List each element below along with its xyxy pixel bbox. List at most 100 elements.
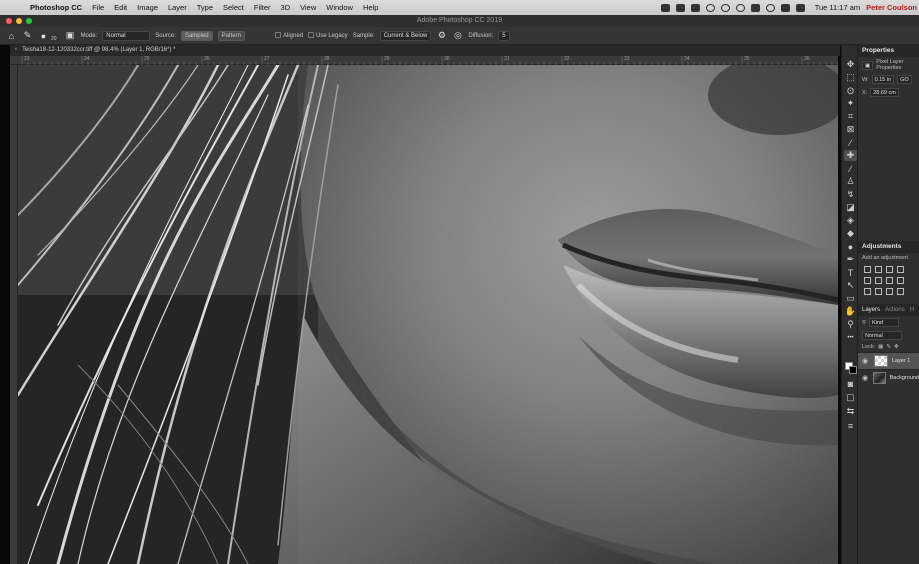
lock-transparency-icon[interactable]: ▦ xyxy=(878,344,883,350)
timemachine-icon[interactable] xyxy=(705,3,715,12)
status-app-icon[interactable] xyxy=(660,3,670,12)
dodge-tool-icon[interactable]: ● xyxy=(844,241,857,252)
aligned-checkbox[interactable]: Aligned xyxy=(274,32,303,39)
hand-tool-icon[interactable]: ✋ xyxy=(844,306,857,317)
brush-picker-icon[interactable]: ● xyxy=(38,30,49,41)
crop-tool-icon[interactable]: ⌗ xyxy=(844,111,857,122)
more-tools-icon[interactable]: ••• xyxy=(844,332,857,343)
clone-stamp-tool-icon[interactable]: ♙ xyxy=(844,176,857,187)
layer-row-background[interactable]: ◉ Background xyxy=(858,369,919,386)
menu-window[interactable]: Window xyxy=(326,3,353,12)
vertical-ruler[interactable] xyxy=(10,65,18,564)
clock-icon[interactable] xyxy=(735,3,745,12)
sample-select[interactable]: Current & Below xyxy=(379,30,432,41)
brightness-contrast-icon[interactable] xyxy=(864,266,871,273)
mode-select[interactable]: Normal xyxy=(102,30,151,41)
eyedropper-tool-icon[interactable]: ⁄ xyxy=(844,137,857,148)
volume-icon[interactable] xyxy=(795,3,805,12)
menu-filter[interactable]: Filter xyxy=(254,3,271,12)
menubar-clock[interactable]: Tue 11:17 am xyxy=(815,3,860,12)
invert-icon[interactable] xyxy=(897,288,904,295)
menubar-user[interactable]: Peter Coulson xyxy=(866,3,917,12)
adjustments-header[interactable]: Adjustments xyxy=(858,241,919,253)
brush-settings-icon[interactable]: ▣ xyxy=(65,30,76,41)
app-menu[interactable]: Photoshop CC xyxy=(30,3,82,12)
menu-3d[interactable]: 3D xyxy=(281,3,291,12)
properties-header[interactable]: Properties xyxy=(858,45,919,57)
lasso-tool-icon[interactable]: ʘ xyxy=(844,85,857,96)
menu-image[interactable]: Image xyxy=(137,3,158,12)
photo-filter-icon[interactable] xyxy=(864,288,871,295)
lock-position-icon[interactable]: ✥ xyxy=(894,344,899,350)
home-icon[interactable]: ⌂ xyxy=(6,30,17,41)
background-color-swatch[interactable] xyxy=(849,366,857,374)
menu-type[interactable]: Type xyxy=(197,3,213,12)
healing-brush-tool-icon[interactable]: ✚ xyxy=(844,150,857,161)
history-brush-tool-icon[interactable]: ↯ xyxy=(844,189,857,200)
layer-row-layer-1[interactable]: ◉ Layer 1 xyxy=(858,352,919,369)
x-field[interactable]: 28.69 cm xyxy=(870,88,899,97)
black-white-icon[interactable] xyxy=(897,277,904,284)
move-tool-icon[interactable]: ✥ xyxy=(844,59,857,70)
extra-tool-icon[interactable]: ≡ xyxy=(844,420,857,431)
channel-mixer-icon[interactable] xyxy=(875,288,882,295)
pressure-size-icon[interactable]: ◎ xyxy=(452,30,463,41)
color-balance-icon[interactable] xyxy=(886,277,893,284)
color-lookup-icon[interactable] xyxy=(886,288,893,295)
bluetooth-icon[interactable] xyxy=(750,3,760,12)
display-icon[interactable] xyxy=(780,3,790,12)
edit-toolbar-icon[interactable]: ⇆ xyxy=(844,406,857,417)
menu-layer[interactable]: Layer xyxy=(168,3,187,12)
pen-tool-icon[interactable]: ✒ xyxy=(844,254,857,265)
visibility-eye-icon[interactable]: ◉ xyxy=(862,357,870,365)
menu-edit[interactable]: Edit xyxy=(114,3,127,12)
tab-layers[interactable]: Layers xyxy=(862,307,880,313)
path-selection-tool-icon[interactable]: ↖ xyxy=(844,280,857,291)
menu-select[interactable]: Select xyxy=(223,3,244,12)
curves-icon[interactable] xyxy=(886,266,893,273)
tab-history[interactable]: H xyxy=(910,307,914,313)
rectangle-tool-icon[interactable]: ▭ xyxy=(844,293,857,304)
exposure-icon[interactable] xyxy=(897,266,904,273)
layer-kind-select[interactable]: Kind xyxy=(869,318,900,327)
ignore-adjustment-layers-icon[interactable]: ⚙ xyxy=(436,30,447,41)
diffusion-input[interactable]: 5 xyxy=(498,30,510,41)
document-tab[interactable]: × Teisha18-12-120332ccr.tiff @ 98.4% (La… xyxy=(10,45,840,56)
vibrance-icon[interactable] xyxy=(864,277,871,284)
eraser-tool-icon[interactable]: ◪ xyxy=(844,202,857,213)
screen-mode-icon[interactable]: ▢ xyxy=(844,392,857,403)
close-window-button[interactable] xyxy=(6,18,12,24)
paint-bucket-tool-icon[interactable]: ◈ xyxy=(844,215,857,226)
blend-mode-select[interactable]: Normal xyxy=(862,331,902,340)
blur-tool-icon[interactable]: ◆ xyxy=(844,228,857,239)
menu-file[interactable]: File xyxy=(92,3,104,12)
zoom-window-button[interactable] xyxy=(26,18,32,24)
hue-saturation-icon[interactable] xyxy=(875,277,882,284)
lock-pixels-icon[interactable]: ✎ xyxy=(886,344,891,350)
levels-icon[interactable] xyxy=(875,266,882,273)
quick-mask-icon[interactable]: ◙ xyxy=(844,378,857,389)
type-tool-icon[interactable]: T xyxy=(844,267,857,278)
zoom-tool-icon[interactable]: ⚲ xyxy=(844,319,857,330)
horizontal-ruler[interactable]: 23 24 25 26 27 28 29 30 31 32 33 34 35 36 xyxy=(10,56,838,65)
status-app-icon-2[interactable] xyxy=(675,3,685,12)
use-legacy-checkbox[interactable]: Use Legacy xyxy=(308,32,348,39)
go-field[interactable]: GO xyxy=(897,75,912,84)
magic-wand-tool-icon[interactable]: ✦ xyxy=(844,98,857,109)
visibility-eye-icon[interactable]: ◉ xyxy=(862,374,869,382)
close-tab-icon[interactable]: × xyxy=(14,47,18,53)
source-pattern-button[interactable]: Pattern xyxy=(217,30,245,41)
status-app-icon-3[interactable] xyxy=(690,3,700,12)
source-sampled-button[interactable]: Sampled xyxy=(180,30,213,41)
healing-brush-preset-icon[interactable]: ✎ xyxy=(22,30,33,41)
sync-icon[interactable] xyxy=(720,3,730,12)
marquee-tool-icon[interactable]: ⬚ xyxy=(844,72,857,83)
minimize-window-button[interactable] xyxy=(16,18,22,24)
menu-help[interactable]: Help xyxy=(363,3,378,12)
wifi-icon[interactable] xyxy=(765,3,775,12)
tab-actions[interactable]: Actions xyxy=(885,307,905,313)
brush-tool-icon[interactable]: ⁄ xyxy=(844,163,857,174)
menu-view[interactable]: View xyxy=(300,3,316,12)
w-field[interactable]: 0.15 in xyxy=(871,75,895,84)
frame-tool-icon[interactable]: ⊠ xyxy=(844,124,857,135)
